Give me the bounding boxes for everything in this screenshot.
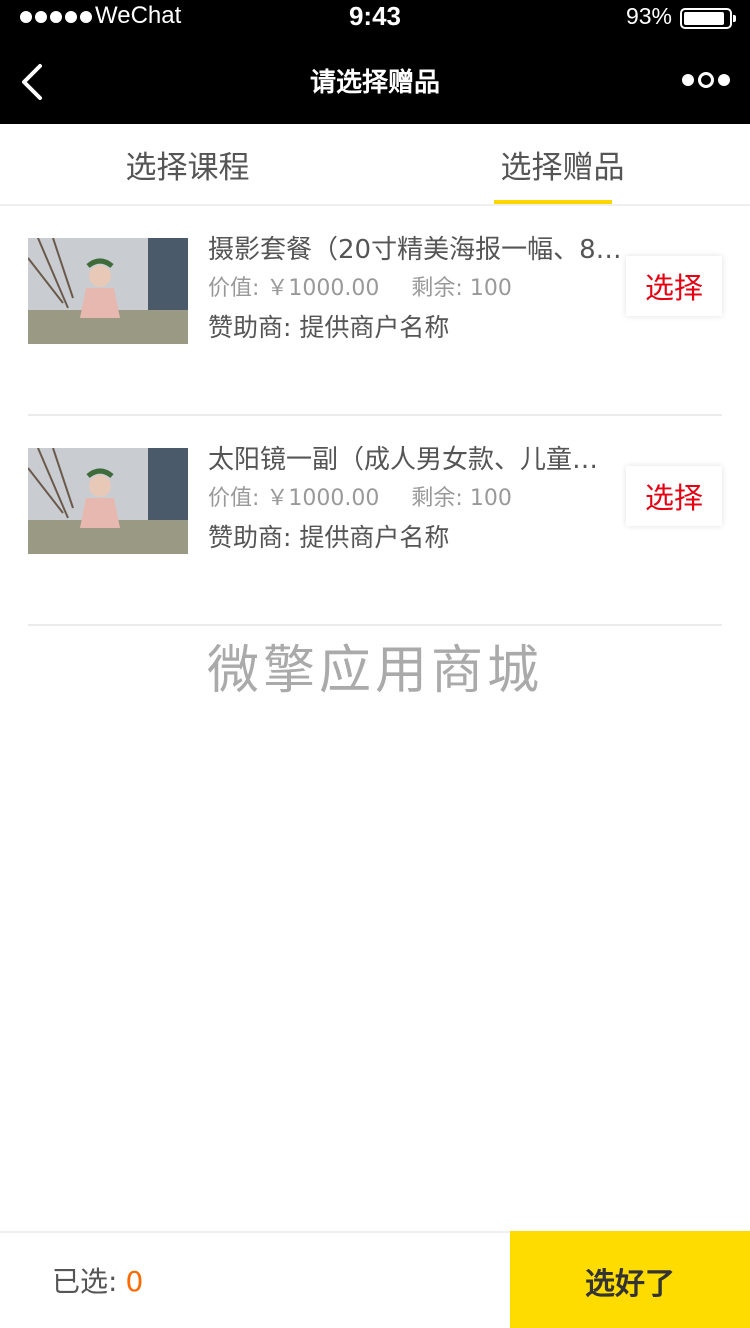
gift-value: ￥1000.00 — [266, 276, 380, 301]
navigation-bar: 请选择赠品 — [0, 34, 750, 124]
brand-footer-text: 微擎应用商城 — [206, 641, 543, 701]
tab-select-gift[interactable]: 选择赠品 — [375, 124, 750, 204]
page-title: 请选择赠品 — [309, 68, 440, 98]
gift-sponsor: 赞助商: 提供商户名称 — [208, 308, 628, 348]
gift-name: 太阳镜一副（成人男女款、儿童… — [208, 445, 599, 475]
gift-thumbnail — [28, 448, 188, 554]
gift-sponsor: 赞助商: 提供商户名称 — [208, 518, 628, 558]
value-label: 价值: — [208, 276, 260, 301]
gift-name: 摄影套餐（20寸精美海报一幅、8… — [208, 235, 622, 265]
confirm-button[interactable]: 选好了 — [510, 1231, 750, 1328]
sponsor-label: 赞助商: — [208, 313, 292, 342]
value-label: 价值: — [208, 486, 260, 511]
more-dots-right — [718, 74, 730, 86]
top-bar: WeChat 9:43 93% 请选择赠品 — [0, 0, 750, 124]
tab-bar: 选择课程 选择赠品 — [0, 124, 750, 206]
more-options-button[interactable] — [682, 72, 730, 88]
remaining-label: 剩余: — [411, 486, 463, 511]
gift-thumbnail — [28, 238, 188, 344]
remaining-label: 剩余: — [411, 276, 463, 301]
select-gift-button[interactable]: 选择 — [626, 466, 722, 526]
selected-label: 已选: — [52, 1265, 118, 1298]
gift-remaining: 100 — [469, 486, 512, 511]
gift-remaining: 100 — [469, 276, 512, 301]
battery-icon — [680, 8, 736, 29]
gift-meta: 价值: ￥1000.00 剩余: 100 — [208, 480, 628, 518]
sponsor-name: 提供商户名称 — [299, 523, 450, 552]
gift-list-item: 太阳镜一副（成人男女款、儿童… 价值: ￥1000.00 剩余: 100 赞助商… — [28, 416, 722, 626]
gift-info: 摄影套餐（20寸精美海报一幅、8… 价值: ￥1000.00 剩余: 100 赞… — [208, 230, 628, 348]
gift-value: ￥1000.00 — [266, 486, 380, 511]
sponsor-label: 赞助商: — [208, 523, 292, 552]
status-bar: WeChat 9:43 93% — [0, 0, 750, 34]
sponsor-name: 提供商户名称 — [299, 313, 450, 342]
gift-meta: 价值: ￥1000.00 剩余: 100 — [208, 270, 628, 308]
more-dots-center — [698, 72, 714, 88]
gift-info: 太阳镜一副（成人男女款、儿童… 价值: ￥1000.00 剩余: 100 赞助商… — [208, 440, 628, 558]
select-gift-button[interactable]: 选择 — [626, 256, 722, 316]
tab-select-course[interactable]: 选择课程 — [0, 124, 375, 204]
selected-count: 0 — [125, 1265, 144, 1298]
gift-list-item: 摄影套餐（20寸精美海报一幅、8… 价值: ￥1000.00 剩余: 100 赞… — [28, 206, 722, 416]
selected-summary: 已选: 0 — [52, 1233, 143, 1328]
battery-percentage: 93% — [625, 3, 672, 29]
more-dots-icon — [682, 74, 694, 86]
bottom-bar: 已选: 0 选好了 — [0, 1231, 750, 1328]
